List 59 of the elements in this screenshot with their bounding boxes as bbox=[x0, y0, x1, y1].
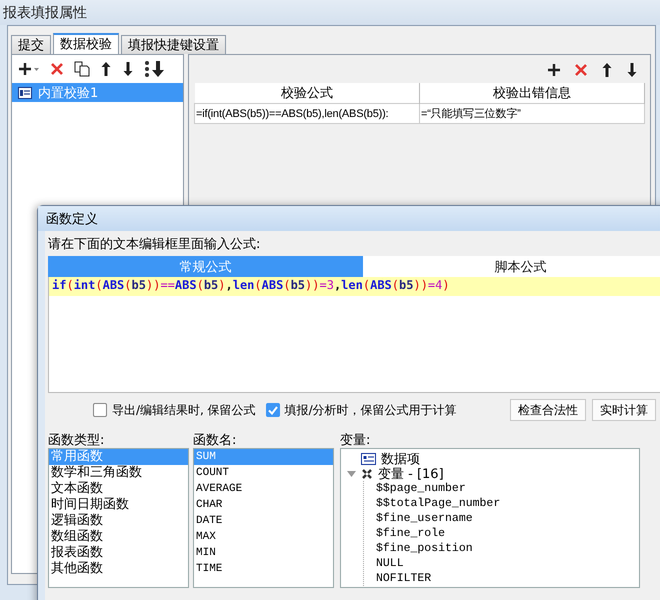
list-label: 函数类型: bbox=[48, 432, 106, 448]
table-cell: =if(int(ABS(b5))==ABS(b5),len(ABS(b5)): bbox=[194, 104, 420, 124]
column-header: 校验出错信息 bbox=[420, 83, 644, 104]
list-item[interactable]: MAX bbox=[194, 529, 333, 545]
list-item[interactable]: 报表函数 bbox=[49, 545, 188, 561]
action-button[interactable]: 实时计算 bbox=[592, 399, 656, 421]
tab[interactable]: 数据校验 bbox=[53, 33, 119, 54]
dialog-title: 函数定义 bbox=[38, 206, 660, 231]
tree-item[interactable]: NULL bbox=[376, 557, 404, 570]
list-item[interactable]: TIME bbox=[194, 561, 333, 577]
list-label: 函数名: bbox=[193, 432, 238, 448]
tree-item[interactable]: $$totalPage_number bbox=[376, 497, 500, 510]
collapse-caret-icon[interactable] bbox=[347, 470, 356, 476]
checkbox-label: 填报/分析时，保留公式用于计算 bbox=[284, 402, 457, 418]
tree-item[interactable]: $fine_username bbox=[376, 512, 473, 525]
action-button[interactable]: 检查合法性 bbox=[510, 399, 586, 421]
list-item[interactable]: COUNT bbox=[194, 465, 333, 481]
prompt-text: 请在下面的文本编辑框里面输入公式: bbox=[48, 236, 262, 253]
tree-item[interactable]: NOFILTER bbox=[376, 572, 432, 585]
tree-item[interactable]: $fine_role bbox=[376, 527, 446, 540]
delete-icon[interactable] bbox=[574, 63, 588, 77]
variable-icon bbox=[361, 468, 373, 480]
window-title: 报表填报属性 bbox=[0, 0, 660, 25]
table-cell: =“只能填写三位数字” bbox=[420, 104, 644, 124]
tab[interactable]: 提交 bbox=[11, 35, 51, 54]
list-item[interactable]: 逻辑函数 bbox=[49, 513, 188, 529]
list-item[interactable]: 文本函数 bbox=[49, 481, 188, 497]
copy-icon[interactable] bbox=[74, 61, 90, 77]
checkmark-icon bbox=[268, 406, 278, 414]
column-header: 校验公式 bbox=[194, 83, 420, 104]
tree-item[interactable]: 变量 - [16] bbox=[378, 464, 444, 482]
list-item[interactable]: AVERAGE bbox=[194, 481, 333, 497]
formula-editor[interactable]: if(int(ABS(b5))==ABS(b5),len(ABS(b5))=3,len(ABS(b5))=4) bbox=[48, 277, 660, 393]
delete-icon[interactable] bbox=[50, 62, 64, 76]
move-to-bottom-icon[interactable] bbox=[144, 60, 166, 78]
formula-text: if(int(ABS(b5))==ABS(b5),len(ABS(b5))=3,len(ABS(b5))=4) bbox=[49, 277, 660, 296]
list-item[interactable]: MIN bbox=[194, 545, 333, 561]
list-item[interactable]: 数组函数 bbox=[49, 529, 188, 545]
tree-item[interactable]: $$page_number bbox=[376, 482, 466, 495]
tab[interactable]: 填报快捷键设置 bbox=[121, 35, 226, 54]
checkbox[interactable] bbox=[266, 403, 280, 417]
list-item[interactable]: 其他函数 bbox=[49, 561, 188, 577]
down-arrow-icon[interactable] bbox=[122, 61, 134, 77]
form-icon bbox=[18, 86, 32, 98]
list-item[interactable]: DATE bbox=[194, 513, 333, 529]
table-icon bbox=[361, 452, 376, 464]
list-item[interactable]: 数学和三角函数 bbox=[49, 465, 188, 481]
up-arrow-icon[interactable] bbox=[100, 61, 112, 77]
list-item[interactable]: CHAR bbox=[194, 497, 333, 513]
list-item[interactable]: 时间日期函数 bbox=[49, 497, 188, 513]
plus-icon[interactable] bbox=[18, 62, 40, 76]
down-arrow-icon[interactable] bbox=[626, 62, 638, 78]
tree-item[interactable]: $fine_position bbox=[376, 542, 473, 555]
tree-item[interactable]: 数据项 bbox=[381, 450, 420, 468]
list-label: 变量: bbox=[340, 432, 372, 448]
checkbox[interactable] bbox=[93, 403, 107, 417]
checkbox-label: 导出/编辑结果时, 保留公式 bbox=[112, 402, 256, 418]
plus-icon[interactable] bbox=[547, 63, 561, 77]
up-arrow-icon[interactable] bbox=[601, 62, 613, 78]
